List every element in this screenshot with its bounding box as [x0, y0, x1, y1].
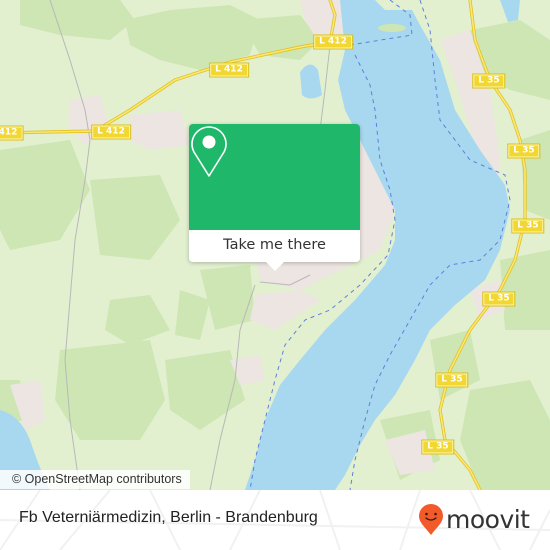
road-label-l35: L 35: [482, 291, 516, 307]
popup-arrow: [266, 262, 284, 271]
moovit-logo[interactable]: moovit: [418, 504, 530, 536]
road-label-l412: L 412: [313, 34, 353, 50]
take-me-there-button[interactable]: Take me there: [189, 230, 360, 262]
road-label-l412: 412: [0, 125, 24, 141]
location-pin-button[interactable]: [189, 124, 360, 230]
footer: Fb Veterniärmedizin, Berlin - Brandenbur…: [0, 490, 550, 550]
island: [378, 24, 406, 32]
road-label-l412: L 412: [91, 124, 131, 140]
location-pin-icon: [191, 126, 227, 177]
road-label-l35: L 35: [435, 372, 469, 388]
map-view[interactable]: L 412 L 412 412 L 412 L 35 L 35 L 35 L 3…: [0, 0, 550, 490]
road-label-l35: L 35: [472, 73, 506, 89]
road-label-l35: L 35: [421, 439, 455, 455]
road-label-l35: L 35: [507, 143, 541, 159]
road-label-l412: L 412: [209, 62, 249, 78]
place-title: Fb Veterniärmedizin, Berlin - Brandenbur…: [19, 509, 318, 526]
location-popup: Take me there: [189, 124, 360, 271]
road-label-l35: L 35: [511, 218, 545, 234]
moovit-pin-icon: [419, 504, 443, 535]
small-lake: [500, 0, 520, 22]
moovit-brand-text: moovit: [446, 505, 530, 534]
small-lake: [300, 64, 322, 99]
map-attribution[interactable]: © OpenStreetMap contributors: [0, 470, 190, 489]
